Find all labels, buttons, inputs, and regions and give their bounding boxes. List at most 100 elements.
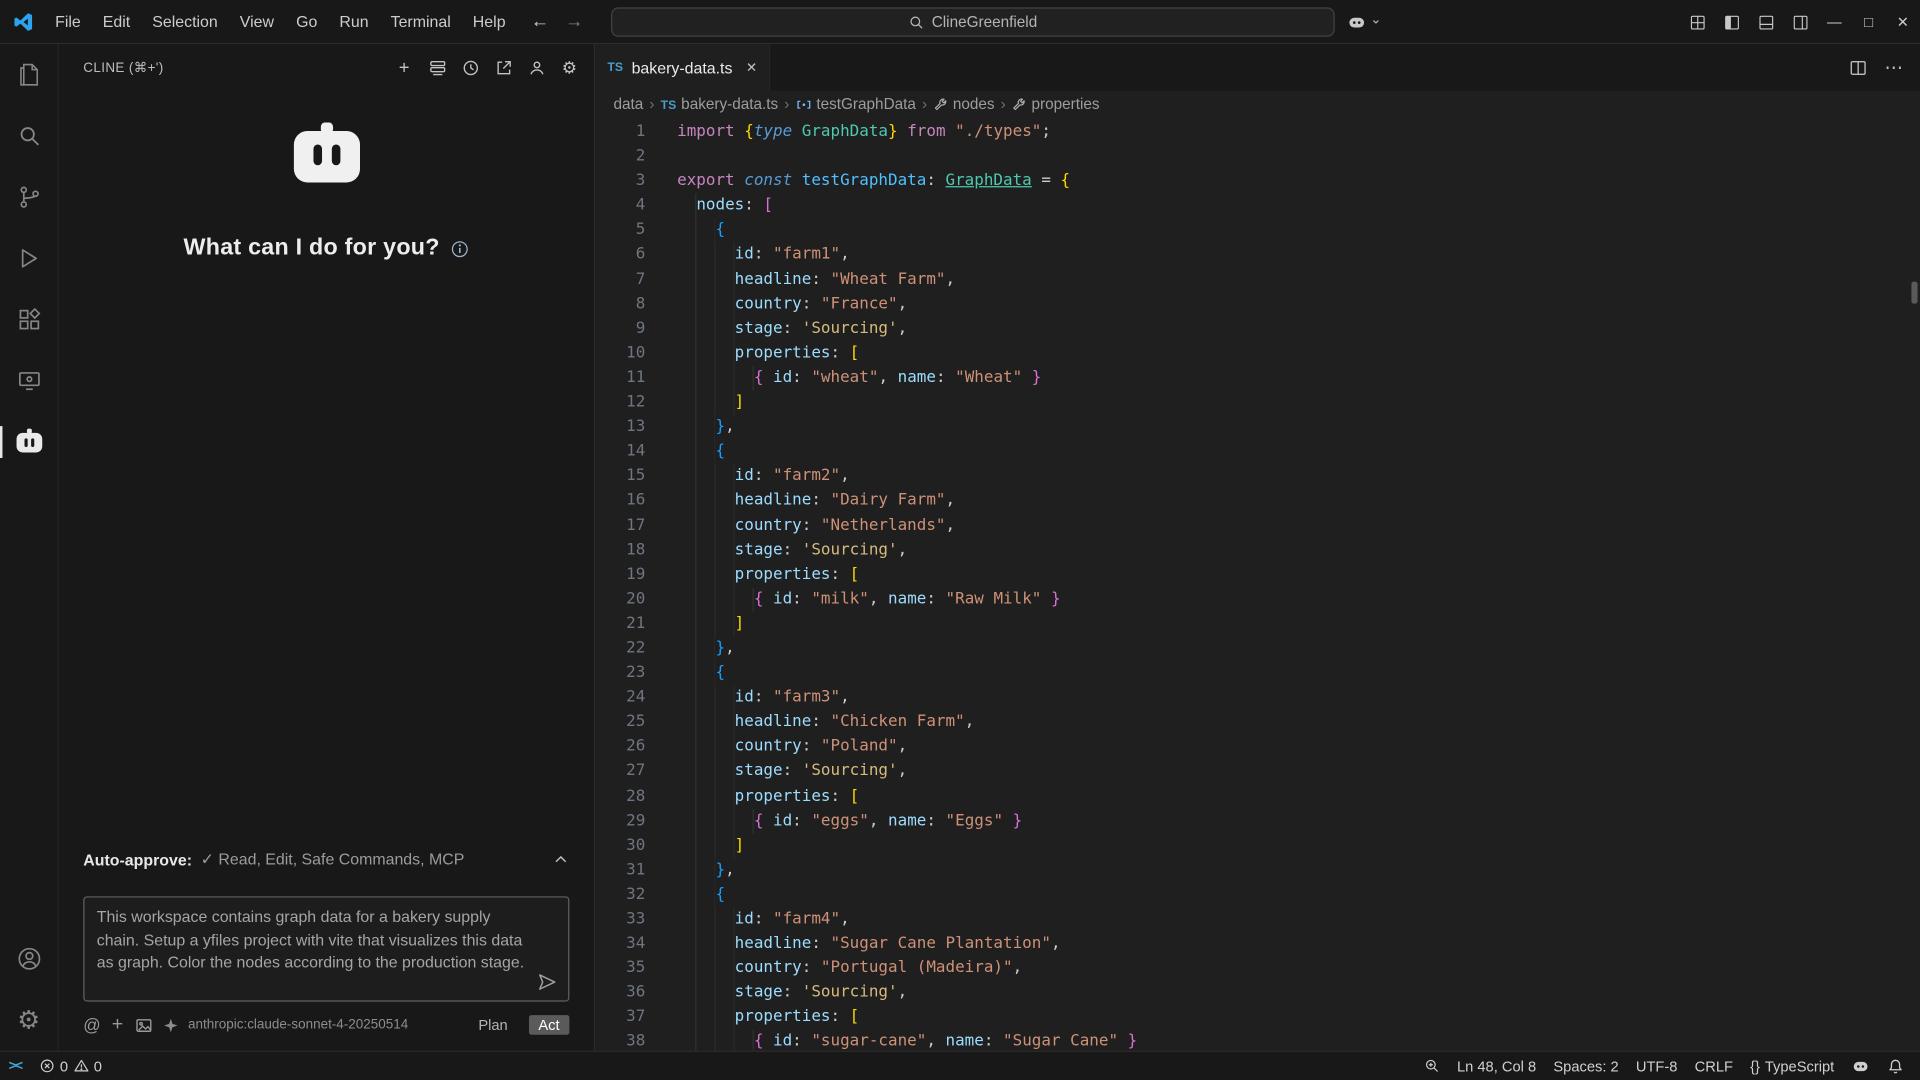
- encoding-setting[interactable]: UTF-8: [1627, 1052, 1686, 1080]
- indentation-setting[interactable]: Spaces: 2: [1545, 1052, 1628, 1080]
- toggle-primary-sidebar-button[interactable]: [1714, 0, 1748, 44]
- image-icon[interactable]: [134, 1016, 152, 1034]
- code-line-34[interactable]: 34 headline: "Sugar Cane Plantation",: [595, 932, 1920, 957]
- minimize-button[interactable]: —: [1817, 0, 1851, 44]
- accounts-icon[interactable]: [0, 928, 58, 989]
- chevron-up-icon[interactable]: [552, 851, 569, 868]
- code-line-37[interactable]: 37 properties: [: [595, 1006, 1920, 1031]
- eol-setting[interactable]: CRLF: [1686, 1052, 1742, 1080]
- chat-input[interactable]: This workspace contains graph data for a…: [84, 898, 568, 1001]
- account-icon[interactable]: [527, 58, 547, 78]
- code-line-21[interactable]: 21 ]: [595, 612, 1920, 637]
- split-editor-icon[interactable]: [1849, 58, 1867, 76]
- menu-run[interactable]: Run: [328, 0, 379, 43]
- code-line-1[interactable]: 1import {type GraphData} from "./types";: [595, 120, 1920, 145]
- menu-edit[interactable]: Edit: [92, 0, 141, 43]
- code-line-36[interactable]: 36 stage: 'Sourcing',: [595, 981, 1920, 1006]
- tab-close-icon[interactable]: ✕: [746, 59, 757, 75]
- auto-approve-bar[interactable]: Auto-approve: ✓ Read, Edit, Safe Command…: [59, 842, 594, 876]
- plan-mode-toggle[interactable]: Plan: [478, 1016, 507, 1033]
- code-line-3[interactable]: 3export const testGraphData: GraphData =…: [595, 169, 1920, 194]
- explorer-icon[interactable]: [0, 44, 58, 105]
- menu-selection[interactable]: Selection: [141, 0, 229, 43]
- run-debug-icon[interactable]: [0, 228, 58, 289]
- act-mode-toggle[interactable]: Act: [529, 1015, 570, 1035]
- code-line-26[interactable]: 26 country: "Poland",: [595, 735, 1920, 760]
- add-context-icon[interactable]: +: [112, 1014, 123, 1036]
- code-line-19[interactable]: 19 properties: [: [595, 563, 1920, 588]
- language-mode[interactable]: {} TypeScript: [1742, 1052, 1843, 1080]
- code-line-28[interactable]: 28 properties: [: [595, 784, 1920, 809]
- maximize-button[interactable]: □: [1851, 0, 1885, 44]
- code-line-24[interactable]: 24 id: "farm3",: [595, 686, 1920, 711]
- menu-file[interactable]: File: [44, 0, 92, 43]
- code-line-22[interactable]: 22 },: [595, 637, 1920, 662]
- code-editor[interactable]: 1import {type GraphData} from "./types";…: [595, 118, 1920, 1051]
- code-line-15[interactable]: 15 id: "farm2",: [595, 464, 1920, 489]
- menu-go[interactable]: Go: [285, 0, 328, 43]
- menu-view[interactable]: View: [229, 0, 285, 43]
- code-line-29[interactable]: 29 { id: "eggs", name: "Eggs" }: [595, 809, 1920, 834]
- forward-button[interactable]: →: [558, 0, 590, 43]
- code-line-2[interactable]: 2: [595, 145, 1920, 170]
- model-selector[interactable]: anthropic:claude-sonnet-4-20250514: [188, 1018, 408, 1033]
- code-line-7[interactable]: 7 headline: "Wheat Farm",: [595, 268, 1920, 293]
- code-line-23[interactable]: 23 {: [595, 661, 1920, 686]
- settings-icon[interactable]: ⚙: [0, 989, 58, 1050]
- code-line-4[interactable]: 4 nodes: [: [595, 194, 1920, 219]
- mcp-servers-icon[interactable]: [427, 58, 447, 78]
- customize-layout-button[interactable]: [1680, 0, 1714, 44]
- breadcrumb-item-testgraphdata[interactable]: testGraphData: [796, 96, 916, 113]
- code-line-27[interactable]: 27 stage: 'Sourcing',: [595, 760, 1920, 785]
- code-line-32[interactable]: 32 {: [595, 883, 1920, 908]
- toggle-secondary-sidebar-button[interactable]: [1783, 0, 1817, 44]
- command-center-search[interactable]: ClineGreenfield: [611, 7, 1335, 36]
- breadcrumb-item-bakery-data-ts[interactable]: TSbakery-data.ts: [661, 96, 779, 113]
- new-task-icon[interactable]: +: [394, 58, 414, 78]
- problems-indicator[interactable]: 0 0: [30, 1052, 110, 1080]
- more-actions-icon[interactable]: ⋯: [1884, 56, 1902, 78]
- code-line-9[interactable]: 9 stage: 'Sourcing',: [595, 317, 1920, 342]
- code-line-35[interactable]: 35 country: "Portugal (Madeira)",: [595, 957, 1920, 982]
- open-in-editor-icon[interactable]: [493, 58, 513, 78]
- back-button[interactable]: ←: [524, 0, 556, 43]
- code-line-18[interactable]: 18 stage: 'Sourcing',: [595, 538, 1920, 563]
- code-line-14[interactable]: 14 {: [595, 440, 1920, 465]
- scrollbar[interactable]: [1911, 282, 1917, 304]
- notifications-bell[interactable]: [1878, 1052, 1912, 1080]
- info-icon[interactable]: [451, 239, 469, 257]
- send-icon[interactable]: [538, 972, 558, 992]
- code-line-20[interactable]: 20 { id: "milk", name: "Raw Milk" }: [595, 587, 1920, 612]
- code-line-11[interactable]: 11 { id: "wheat", name: "Wheat" }: [595, 366, 1920, 391]
- breadcrumb-item-data[interactable]: data: [613, 96, 643, 113]
- breadcrumb-item-properties[interactable]: properties: [1012, 96, 1100, 113]
- settings-icon[interactable]: ⚙: [560, 58, 580, 78]
- search-view-icon[interactable]: [0, 105, 58, 166]
- toggle-panel-button[interactable]: [1749, 0, 1783, 44]
- remote-explorer-icon[interactable]: [0, 350, 58, 411]
- code-line-33[interactable]: 33 id: "farm4",: [595, 907, 1920, 932]
- menu-help[interactable]: Help: [462, 0, 517, 43]
- code-line-5[interactable]: 5 {: [595, 218, 1920, 243]
- copilot-menu[interactable]: ⌄: [1347, 0, 1382, 43]
- breadcrumb-item-nodes[interactable]: nodes: [933, 96, 994, 113]
- history-icon[interactable]: [460, 58, 480, 78]
- code-line-16[interactable]: 16 headline: "Dairy Farm",: [595, 489, 1920, 514]
- code-line-8[interactable]: 8 country: "France",: [595, 292, 1920, 317]
- code-line-25[interactable]: 25 headline: "Chicken Farm",: [595, 711, 1920, 736]
- copilot-status[interactable]: [1843, 1052, 1879, 1080]
- code-line-31[interactable]: 31 },: [595, 858, 1920, 883]
- code-line-38[interactable]: 38 { id: "sugar-cane", name: "Sugar Cane…: [595, 1030, 1920, 1050]
- code-line-6[interactable]: 6 id: "farm1",: [595, 243, 1920, 268]
- cline-view-icon[interactable]: [0, 411, 58, 472]
- code-line-12[interactable]: 12 ]: [595, 391, 1920, 416]
- remote-indicator[interactable]: ><: [0, 1052, 30, 1080]
- extensions-icon[interactable]: [0, 289, 58, 350]
- code-line-13[interactable]: 13 },: [595, 415, 1920, 440]
- mention-icon[interactable]: @: [83, 1015, 100, 1035]
- close-button[interactable]: ✕: [1886, 0, 1920, 44]
- code-line-17[interactable]: 17 country: "Netherlands",: [595, 514, 1920, 539]
- code-line-10[interactable]: 10 properties: [: [595, 341, 1920, 366]
- tab-bakery-data[interactable]: TS bakery-data.ts ✕: [595, 44, 771, 91]
- menu-terminal[interactable]: Terminal: [380, 0, 462, 43]
